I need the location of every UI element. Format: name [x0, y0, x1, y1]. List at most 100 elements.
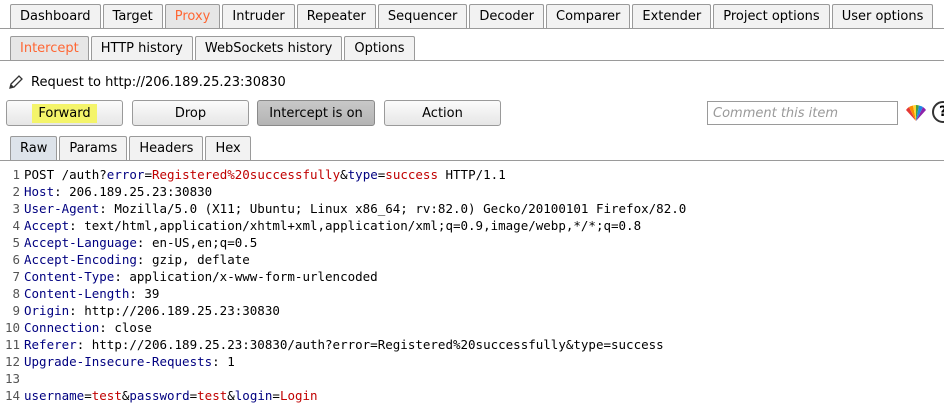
line-content: Referer: http://206.189.25.23:30830/auth…: [24, 336, 664, 353]
editor-tab-params[interactable]: Params: [59, 136, 128, 160]
line-number: 6: [12, 252, 20, 267]
line-number: 12: [4, 354, 20, 369]
tab-dashboard[interactable]: Dashboard: [10, 4, 101, 28]
token: password: [129, 388, 190, 403]
request-editor[interactable]: 1 POST /auth?error=Registered%20successfu…: [0, 166, 944, 412]
token: User-Agent: [24, 201, 100, 216]
subtab-websockets-history[interactable]: WebSockets history: [194, 36, 343, 60]
token: success: [385, 167, 438, 182]
token: : en-US,en;q=0.5: [136, 235, 258, 250]
line-number: 7: [12, 269, 20, 284]
token: Referer: [24, 337, 77, 352]
request-line: 4 Accept: text/html,application/xhtml+xml…: [0, 217, 944, 234]
editor-tab-hex[interactable]: Hex: [205, 136, 251, 160]
action-button-label: Action: [422, 105, 463, 121]
request-line: 1 POST /auth?error=Registered%20successfu…: [0, 166, 944, 183]
tab-target[interactable]: Target: [102, 4, 163, 28]
tab-project-options[interactable]: Project options: [713, 4, 830, 28]
line-number: 3: [12, 201, 20, 216]
line-content: Upgrade-Insecure-Requests: 1: [24, 353, 235, 370]
request-line: 9 Origin: http://206.189.25.23:30830: [0, 302, 944, 319]
request-info: Request to http://206.189.25.23:30830: [8, 74, 286, 90]
top-tab-bar: Dashboard Target Proxy Intruder Repeater Sequ…: [10, 4, 935, 28]
token: : application/x-www-form-urlencoded: [114, 269, 378, 284]
request-line: 3 User-Agent: Mozilla/5.0 (X11; Ubuntu; L…: [0, 200, 944, 217]
editor-tab-rule: [0, 160, 944, 161]
tab-decoder[interactable]: Decoder: [469, 4, 545, 28]
token: Registered%20successfully: [151, 167, 341, 182]
token: : http://206.189.25.23:30830/auth?error=…: [76, 337, 664, 352]
drop-button[interactable]: Drop: [132, 100, 249, 126]
line-number: 11: [4, 337, 20, 352]
tab-comparer[interactable]: Comparer: [546, 4, 631, 28]
editor-tab-raw[interactable]: Raw: [10, 136, 58, 160]
tab-repeater[interactable]: Repeater: [296, 4, 376, 28]
token: : 206.189.25.23:30830: [54, 184, 213, 199]
token: : close: [99, 320, 152, 335]
token: Content-Type: [24, 269, 115, 284]
request-line: 13: [0, 370, 944, 387]
token: : 39: [129, 286, 160, 301]
line-content: Origin: http://206.189.25.23:30830: [24, 302, 280, 319]
token: : Mozilla/5.0 (X11; Ubuntu; Linux x86_64…: [99, 201, 687, 216]
line-number: 10: [4, 320, 20, 335]
line-content: Accept: text/html,application/xhtml+xml,…: [24, 217, 641, 234]
intercept-toggle-button[interactable]: Intercept is on: [257, 100, 375, 126]
top-tab-rule: [0, 28, 944, 29]
tab-proxy[interactable]: Proxy: [164, 4, 221, 28]
line-number: 8: [12, 286, 20, 301]
token: Upgrade-Insecure-Requests: [24, 354, 213, 369]
token: =: [84, 388, 92, 403]
editor-tab-headers[interactable]: Headers: [129, 136, 204, 160]
help-icon[interactable]: ?: [932, 101, 944, 123]
tab-sequencer[interactable]: Sequencer: [377, 4, 468, 28]
action-button[interactable]: Action: [384, 100, 501, 126]
line-number: 9: [12, 303, 20, 318]
token: =: [144, 167, 152, 182]
tab-intruder[interactable]: Intruder: [222, 4, 295, 28]
request-line: 7 Content-Type: application/x-www-form-ur…: [0, 268, 944, 285]
line-content: Accept-Encoding: gzip, deflate: [24, 251, 250, 268]
line-number: 4: [12, 218, 20, 233]
token: =: [189, 388, 198, 403]
tab-user-options[interactable]: User options: [831, 4, 934, 28]
line-content: Content-Length: 39: [24, 285, 159, 302]
request-line: 11 Referer: http://206.189.25.23:30830/au…: [0, 336, 944, 353]
token: =: [272, 388, 280, 403]
line-number: 14: [4, 388, 20, 403]
line-number: 5: [12, 235, 20, 250]
line-content: User-Agent: Mozilla/5.0 (X11; Ubuntu; Li…: [24, 200, 686, 217]
line-number: 2: [12, 184, 20, 199]
proxy-sub-tab-bar: Intercept HTTP history WebSockets history O…: [10, 36, 417, 60]
token: type: [347, 167, 378, 182]
subtab-intercept[interactable]: Intercept: [10, 36, 89, 60]
forward-button-label: Forward: [32, 103, 97, 123]
subtab-http-history[interactable]: HTTP history: [90, 36, 193, 60]
line-number: 13: [4, 371, 20, 386]
token: Host: [24, 184, 55, 199]
request-line: 12 Upgrade-Insecure-Requests: 1: [0, 353, 944, 370]
request-line: 14 username=test&password=test&login=Logi…: [0, 387, 944, 404]
highlight-color-icon[interactable]: [905, 104, 927, 122]
tab-extender[interactable]: Extender: [632, 4, 712, 28]
token: test: [91, 388, 122, 403]
request-line: 2 Host: 206.189.25.23:30830: [0, 183, 944, 200]
subtab-options[interactable]: Options: [344, 36, 415, 60]
request-line: 8 Content-Length: 39: [0, 285, 944, 302]
token: : 1: [212, 354, 235, 369]
line-content: Content-Type: application/x-www-form-url…: [24, 268, 378, 285]
token: username: [24, 388, 85, 403]
request-target-label: Request to http://206.189.25.23:30830: [31, 74, 286, 90]
token: Origin: [24, 303, 70, 318]
comment-input[interactable]: [707, 101, 898, 125]
line-content: Host: 206.189.25.23:30830: [24, 183, 212, 200]
line-content: POST /auth?error=Registered%20successful…: [24, 166, 506, 183]
token: POST /auth?: [24, 167, 107, 182]
sub-tab-rule: [0, 60, 944, 61]
request-line: 5 Accept-Language: en-US,en;q=0.5: [0, 234, 944, 251]
drop-button-label: Drop: [174, 105, 207, 121]
token: login: [234, 388, 273, 403]
token: : text/html,application/xhtml+xml,applic…: [69, 218, 642, 233]
forward-button[interactable]: Forward: [6, 100, 123, 126]
token: &: [340, 167, 348, 182]
